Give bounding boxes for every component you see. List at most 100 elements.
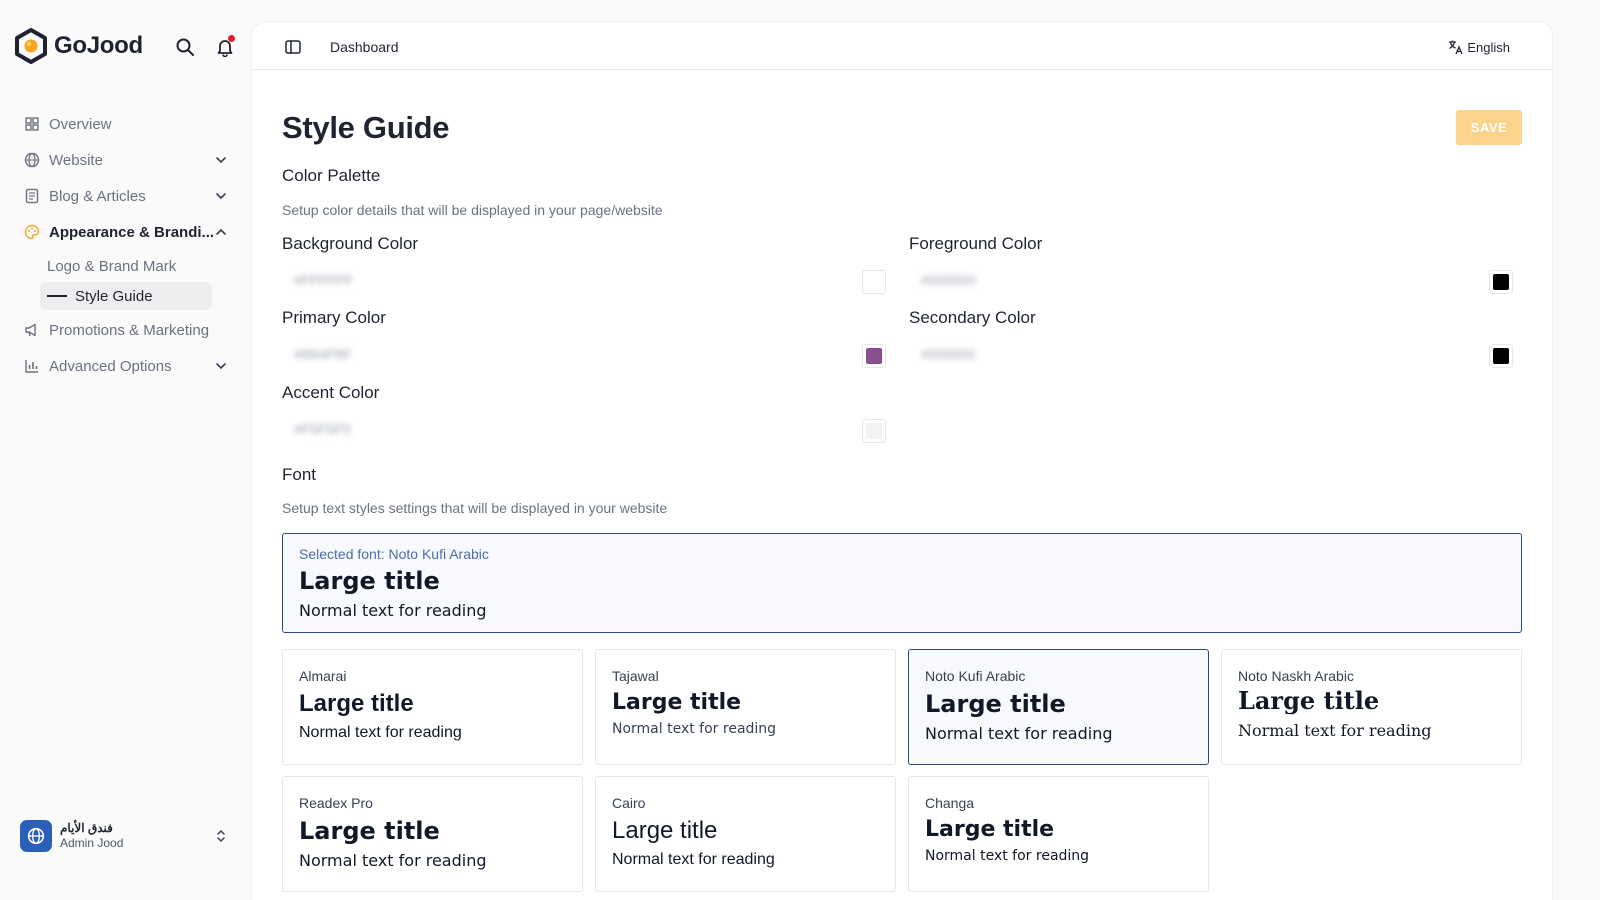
chevron-up-icon (216, 228, 226, 235)
secondary-color-field: Secondary Color #000000 (909, 308, 1513, 372)
font-normal-text: Normal text for reading (1238, 721, 1432, 740)
secondary-color-input[interactable]: #000000 (909, 340, 1513, 372)
font-normal-text: Normal text for reading (925, 848, 1090, 864)
grid-icon (23, 115, 41, 133)
font-normal-text: Normal text for reading (612, 721, 777, 737)
palette-icon (23, 223, 41, 241)
color-swatch[interactable] (1489, 344, 1513, 368)
newspaper-icon (23, 187, 41, 205)
notification-dot (228, 35, 235, 42)
color-swatch[interactable] (862, 344, 886, 368)
color-swatch[interactable] (862, 419, 886, 443)
color-swatch[interactable] (1489, 270, 1513, 294)
selected-font-preview: Selected font: Noto Kufi Arabic Large ti… (282, 533, 1522, 633)
primary-color-field: Primary Color #8B4F8F (282, 308, 886, 372)
topbar: Dashboard English (252, 22, 1552, 70)
sidebar-toggle-icon[interactable] (284, 38, 302, 56)
font-name: Readex Pro (299, 795, 373, 811)
font-option-changa[interactable]: Changa Large title Normal text for readi… (908, 776, 1209, 892)
selected-font-normal-text: Normal text for reading (299, 601, 487, 620)
font-normal-text: Normal text for reading (925, 724, 1113, 743)
color-value: #000000 (921, 272, 976, 288)
color-swatch[interactable] (862, 270, 886, 294)
sidebar-item-advanced[interactable]: Advanced Options (20, 348, 236, 384)
sidebar-item-appearance[interactable]: Appearance & Brandi... (20, 214, 236, 250)
foreground-color-field: Foreground Color #000000 (909, 234, 1513, 298)
language-label: English (1467, 39, 1510, 55)
sidebar-item-overview[interactable]: Overview (20, 106, 236, 142)
font-option-noto-naskh-arabic[interactable]: Noto Naskh Arabic Large title Normal tex… (1221, 649, 1522, 765)
chevron-up-down-icon (217, 829, 225, 843)
bell-icon[interactable] (212, 34, 238, 60)
sidebar-nav: Overview Website Blog & Articles Appeara… (20, 106, 236, 384)
color-value: #000000 (921, 346, 976, 362)
font-normal-text: Normal text for reading (612, 851, 775, 868)
save-button[interactable]: SAVE (1456, 110, 1522, 145)
font-name: Noto Kufi Arabic (925, 668, 1026, 684)
gojood-logo-icon (15, 28, 47, 64)
selected-font-large-title: Large title (299, 567, 440, 595)
sidebar-item-label: Style Guide (75, 287, 153, 305)
color-value: #F5F5F5 (294, 421, 351, 437)
color-value: #8B4F8F (294, 346, 352, 362)
field-label: Background Color (282, 234, 419, 253)
font-section-description: Setup text styles settings that will be … (282, 500, 668, 516)
font-option-cairo[interactable]: Cairo Large title Normal text for readin… (595, 776, 896, 892)
font-large-title: Large title (925, 690, 1066, 718)
sidebar-item-label: Appearance & Brandi... (49, 223, 215, 241)
sidebar-item-promotions[interactable]: Promotions & Marketing (20, 312, 236, 348)
color-palette-description: Setup color details that will be display… (282, 202, 663, 218)
font-name: Noto Naskh Arabic (1238, 668, 1354, 684)
font-large-title: Large title (612, 690, 742, 715)
background-color-field: Background Color #FFFFFF (282, 234, 886, 298)
field-label: Secondary Color (909, 308, 1036, 327)
chevron-down-icon (216, 157, 226, 164)
chevron-down-icon (216, 193, 226, 200)
account-role: Admin Jood (60, 836, 124, 850)
bar-chart-icon (23, 357, 41, 375)
field-label: Primary Color (282, 308, 386, 327)
font-normal-text: Normal text for reading (299, 724, 462, 741)
sidebar-item-label: Promotions & Marketing (49, 321, 210, 339)
selected-font-label: Selected font: Noto Kufi Arabic (299, 546, 489, 562)
breadcrumb: Dashboard (330, 39, 399, 55)
primary-color-input[interactable]: #8B4F8F (282, 340, 886, 372)
search-icon[interactable] (172, 34, 198, 60)
accent-color-input[interactable]: #F5F5F5 (282, 415, 886, 447)
font-large-title: Large title (299, 690, 414, 717)
font-large-title: Large title (1238, 686, 1380, 715)
font-option-almarai[interactable]: Almarai Large title Normal text for read… (282, 649, 583, 765)
sidebar-item-style-guide[interactable]: Style Guide (40, 282, 212, 310)
sidebar-item-blog[interactable]: Blog & Articles (20, 178, 236, 214)
megaphone-icon (23, 321, 41, 339)
font-option-noto-kufi-arabic[interactable]: Noto Kufi Arabic Large title Normal text… (908, 649, 1209, 765)
sidebar-item-label: Website (49, 151, 103, 169)
language-switcher[interactable]: English (1447, 39, 1510, 55)
account-switcher[interactable]: فندق الأيام Admin Jood (20, 816, 236, 856)
color-value: #FFFFFF (294, 272, 354, 288)
sidebar: GoJood Overview Website Blog & Articles … (0, 0, 250, 900)
brand-name: GoJood (54, 32, 143, 59)
field-label: Foreground Color (909, 234, 1043, 253)
main-panel: Dashboard English Style Guide SAVE Color… (252, 22, 1552, 900)
font-name: Cairo (612, 795, 646, 811)
font-name: Tajawal (612, 668, 659, 684)
font-option-readex-pro[interactable]: Readex Pro Large title Normal text for r… (282, 776, 583, 892)
color-palette-title: Color Palette (282, 166, 381, 185)
foreground-color-input[interactable]: #000000 (909, 266, 1513, 298)
chevron-down-icon (216, 363, 226, 370)
font-option-tajawal[interactable]: Tajawal Large title Normal text for read… (595, 649, 896, 765)
font-normal-text: Normal text for reading (299, 851, 487, 870)
font-name: Almarai (299, 668, 347, 684)
background-color-input[interactable]: #FFFFFF (282, 266, 886, 298)
translate-icon (1449, 40, 1463, 55)
accent-color-field: Accent Color #F5F5F5 (282, 383, 886, 447)
font-section-title: Font (282, 465, 317, 484)
sidebar-item-label: Blog & Articles (49, 187, 146, 205)
active-indicator (47, 295, 67, 297)
globe-icon (20, 820, 52, 852)
globe-icon (23, 151, 41, 169)
brand[interactable]: GoJood (14, 26, 143, 66)
sidebar-item-logo-brand-mark[interactable]: Logo & Brand Mark (40, 252, 212, 280)
sidebar-item-website[interactable]: Website (20, 142, 236, 178)
